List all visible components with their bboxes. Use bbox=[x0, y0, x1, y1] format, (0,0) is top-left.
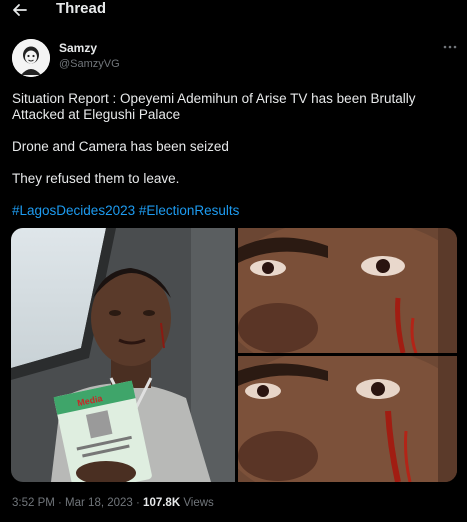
tweet-paragraph: Situation Report : Opeyemi Ademihun of A… bbox=[12, 91, 416, 122]
hashtags: #LagosDecides2023 #ElectionResults bbox=[12, 203, 452, 219]
back-arrow-icon bbox=[13, 4, 27, 16]
author-handle[interactable]: @SamzyVG bbox=[59, 58, 120, 70]
hashtag-link[interactable]: #LagosDecides2023 bbox=[12, 203, 135, 218]
tweet-text: Situation Report : Opeyemi Ademihun of A… bbox=[12, 91, 452, 235]
tweet-paragraph: Drone and Camera has been seized bbox=[12, 139, 229, 154]
tweet-meta: 3:52 PM · Mar 18, 2023 · 107.8K Views bbox=[12, 497, 214, 509]
media-grid: Media bbox=[11, 228, 457, 482]
tweet-paragraph: They refused them to leave. bbox=[12, 171, 180, 186]
more-options-button[interactable] bbox=[441, 40, 459, 54]
photo-left[interactable]: Media bbox=[11, 228, 235, 482]
photo-bottom-right[interactable] bbox=[238, 356, 457, 482]
photo-top-right[interactable] bbox=[238, 228, 457, 353]
back-button[interactable] bbox=[10, 0, 30, 20]
thread-header: Thread bbox=[0, 0, 467, 22]
more-dots-icon bbox=[443, 45, 457, 49]
hashtag-link[interactable]: #ElectionResults bbox=[139, 203, 240, 218]
page-title: Thread bbox=[56, 0, 107, 17]
timestamp-link[interactable]: 3:52 PM · Mar 18, 2023 · bbox=[12, 497, 143, 509]
author-name[interactable]: Samzy bbox=[59, 41, 97, 55]
views-count: 107.8K bbox=[143, 497, 181, 509]
views-label: Views bbox=[180, 497, 214, 509]
avatar[interactable] bbox=[12, 39, 50, 77]
